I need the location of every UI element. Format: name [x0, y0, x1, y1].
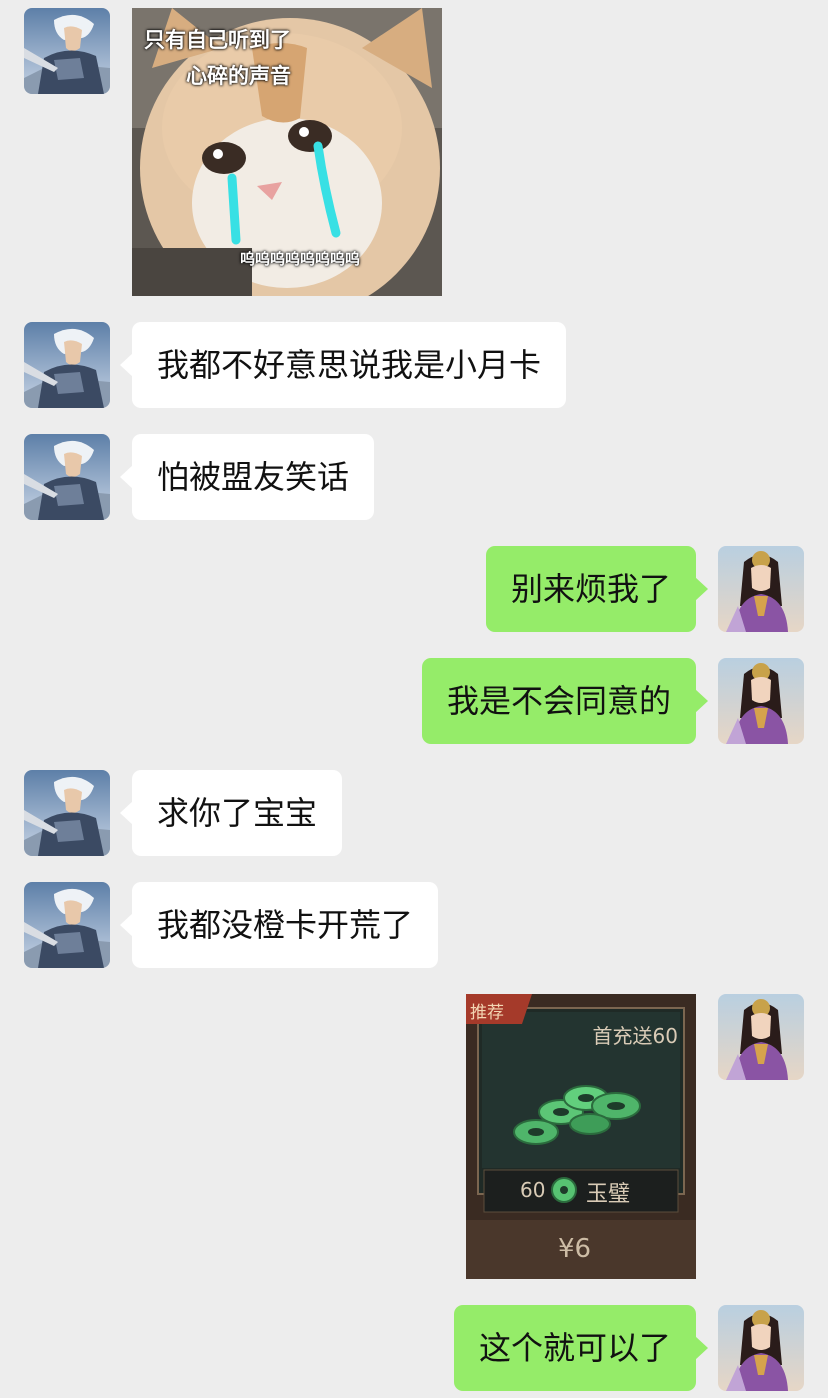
contact-avatar[interactable] [24, 770, 110, 856]
contact-avatar[interactable] [24, 8, 110, 94]
message-bubble-sent[interactable]: 这个就可以了 [453, 1305, 709, 1391]
message-bubble-sent[interactable]: 我是不会同意的 [421, 658, 709, 744]
contact-avatar[interactable] [24, 882, 110, 968]
self-avatar[interactable] [718, 1305, 804, 1391]
crying-cat-sticker[interactable]: 只有自己听到了 心碎的声音 呜呜呜呜呜呜呜呜 [132, 8, 442, 296]
jade-pack-card-image[interactable]: 推荐 首充送60 60 玉璧 ¥6 [466, 994, 696, 1279]
self-avatar[interactable] [718, 658, 804, 744]
first-charge-bonus: 首充送60 [592, 1024, 678, 1048]
message-bubble-sent[interactable]: 别来烦我了 [485, 546, 709, 632]
sticker-caption-top-1: 只有自己听到了 [144, 28, 291, 52]
message-bubble-received[interactable]: 我都没橙卡开荒了 [119, 882, 439, 968]
sticker-caption-top-2: 心碎的声音 [186, 64, 291, 88]
jade-amount: 60 [520, 1178, 546, 1202]
message-bubble-received[interactable]: 怕被盟友笑话 [119, 434, 375, 520]
self-avatar[interactable] [718, 546, 804, 632]
message-bubble-received[interactable]: 我都不好意思说我是小月卡 [119, 322, 567, 408]
self-avatar[interactable] [718, 994, 804, 1080]
jade-currency-name: 玉璧 [586, 1182, 631, 1207]
sticker-caption-bottom: 呜呜呜呜呜呜呜呜 [240, 250, 361, 268]
recommend-tag: 推荐 [470, 1003, 504, 1023]
message-bubble-received[interactable]: 求你了宝宝 [119, 770, 343, 856]
pack-price: ¥6 [558, 1234, 592, 1264]
contact-avatar[interactable] [24, 434, 110, 520]
contact-avatar[interactable] [24, 322, 110, 408]
